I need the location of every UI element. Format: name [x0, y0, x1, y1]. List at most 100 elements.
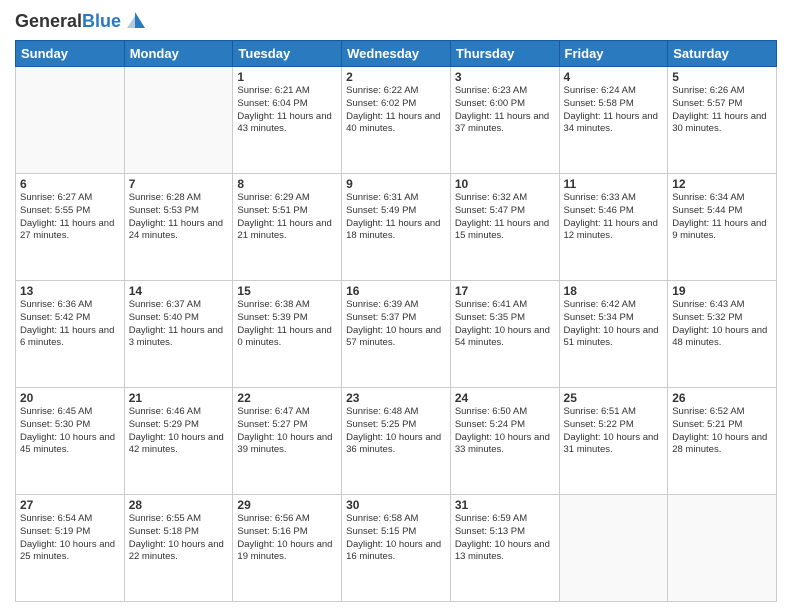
header: GeneralBlue [15, 10, 777, 32]
day-number: 5 [672, 70, 772, 84]
calendar-cell: 11Sunrise: 6:33 AMSunset: 5:46 PMDayligh… [559, 174, 668, 281]
calendar-cell: 2Sunrise: 6:22 AMSunset: 6:02 PMDaylight… [342, 67, 451, 174]
day-info: Sunrise: 6:23 AMSunset: 6:00 PMDaylight:… [455, 85, 555, 136]
weekday-header-saturday: Saturday [668, 41, 777, 67]
day-info: Sunrise: 6:24 AMSunset: 5:58 PMDaylight:… [564, 85, 664, 136]
calendar-cell: 6Sunrise: 6:27 AMSunset: 5:55 PMDaylight… [16, 174, 125, 281]
calendar-cell: 22Sunrise: 6:47 AMSunset: 5:27 PMDayligh… [233, 388, 342, 495]
day-number: 31 [455, 498, 555, 512]
day-info: Sunrise: 6:26 AMSunset: 5:57 PMDaylight:… [672, 85, 772, 136]
calendar-cell: 29Sunrise: 6:56 AMSunset: 5:16 PMDayligh… [233, 495, 342, 602]
day-number: 24 [455, 391, 555, 405]
day-info: Sunrise: 6:45 AMSunset: 5:30 PMDaylight:… [20, 406, 120, 457]
week-row-4: 20Sunrise: 6:45 AMSunset: 5:30 PMDayligh… [16, 388, 777, 495]
day-number: 2 [346, 70, 446, 84]
day-info: Sunrise: 6:39 AMSunset: 5:37 PMDaylight:… [346, 299, 446, 350]
calendar-cell: 21Sunrise: 6:46 AMSunset: 5:29 PMDayligh… [124, 388, 233, 495]
calendar-cell: 30Sunrise: 6:58 AMSunset: 5:15 PMDayligh… [342, 495, 451, 602]
day-number: 7 [129, 177, 229, 191]
calendar-cell: 3Sunrise: 6:23 AMSunset: 6:00 PMDaylight… [450, 67, 559, 174]
calendar-cell: 10Sunrise: 6:32 AMSunset: 5:47 PMDayligh… [450, 174, 559, 281]
day-info: Sunrise: 6:38 AMSunset: 5:39 PMDaylight:… [237, 299, 337, 350]
calendar-cell: 18Sunrise: 6:42 AMSunset: 5:34 PMDayligh… [559, 281, 668, 388]
day-info: Sunrise: 6:42 AMSunset: 5:34 PMDaylight:… [564, 299, 664, 350]
calendar-cell [16, 67, 125, 174]
day-number: 21 [129, 391, 229, 405]
day-number: 27 [20, 498, 120, 512]
day-number: 15 [237, 284, 337, 298]
calendar-cell: 7Sunrise: 6:28 AMSunset: 5:53 PMDaylight… [124, 174, 233, 281]
day-number: 25 [564, 391, 664, 405]
day-info: Sunrise: 6:50 AMSunset: 5:24 PMDaylight:… [455, 406, 555, 457]
day-number: 11 [564, 177, 664, 191]
calendar-cell: 19Sunrise: 6:43 AMSunset: 5:32 PMDayligh… [668, 281, 777, 388]
day-info: Sunrise: 6:56 AMSunset: 5:16 PMDaylight:… [237, 513, 337, 564]
day-number: 28 [129, 498, 229, 512]
day-number: 26 [672, 391, 772, 405]
weekday-header-friday: Friday [559, 41, 668, 67]
logo-area: GeneralBlue [15, 10, 145, 32]
day-number: 20 [20, 391, 120, 405]
day-info: Sunrise: 6:59 AMSunset: 5:13 PMDaylight:… [455, 513, 555, 564]
calendar-cell: 4Sunrise: 6:24 AMSunset: 5:58 PMDaylight… [559, 67, 668, 174]
calendar-cell: 13Sunrise: 6:36 AMSunset: 5:42 PMDayligh… [16, 281, 125, 388]
logo-sail-icon [123, 10, 145, 32]
calendar-cell: 26Sunrise: 6:52 AMSunset: 5:21 PMDayligh… [668, 388, 777, 495]
day-number: 6 [20, 177, 120, 191]
day-info: Sunrise: 6:43 AMSunset: 5:32 PMDaylight:… [672, 299, 772, 350]
day-number: 22 [237, 391, 337, 405]
calendar-cell [559, 495, 668, 602]
calendar-cell [668, 495, 777, 602]
calendar-cell: 15Sunrise: 6:38 AMSunset: 5:39 PMDayligh… [233, 281, 342, 388]
calendar-cell: 23Sunrise: 6:48 AMSunset: 5:25 PMDayligh… [342, 388, 451, 495]
day-number: 14 [129, 284, 229, 298]
day-info: Sunrise: 6:54 AMSunset: 5:19 PMDaylight:… [20, 513, 120, 564]
logo-text: GeneralBlue [15, 12, 121, 30]
day-info: Sunrise: 6:29 AMSunset: 5:51 PMDaylight:… [237, 192, 337, 243]
day-number: 4 [564, 70, 664, 84]
week-row-5: 27Sunrise: 6:54 AMSunset: 5:19 PMDayligh… [16, 495, 777, 602]
day-info: Sunrise: 6:28 AMSunset: 5:53 PMDaylight:… [129, 192, 229, 243]
calendar-cell [124, 67, 233, 174]
calendar-cell: 28Sunrise: 6:55 AMSunset: 5:18 PMDayligh… [124, 495, 233, 602]
week-row-3: 13Sunrise: 6:36 AMSunset: 5:42 PMDayligh… [16, 281, 777, 388]
day-number: 3 [455, 70, 555, 84]
calendar-cell: 31Sunrise: 6:59 AMSunset: 5:13 PMDayligh… [450, 495, 559, 602]
day-info: Sunrise: 6:33 AMSunset: 5:46 PMDaylight:… [564, 192, 664, 243]
day-info: Sunrise: 6:48 AMSunset: 5:25 PMDaylight:… [346, 406, 446, 457]
day-info: Sunrise: 6:51 AMSunset: 5:22 PMDaylight:… [564, 406, 664, 457]
week-row-2: 6Sunrise: 6:27 AMSunset: 5:55 PMDaylight… [16, 174, 777, 281]
day-info: Sunrise: 6:34 AMSunset: 5:44 PMDaylight:… [672, 192, 772, 243]
day-info: Sunrise: 6:46 AMSunset: 5:29 PMDaylight:… [129, 406, 229, 457]
day-number: 30 [346, 498, 446, 512]
day-info: Sunrise: 6:37 AMSunset: 5:40 PMDaylight:… [129, 299, 229, 350]
day-number: 29 [237, 498, 337, 512]
day-info: Sunrise: 6:21 AMSunset: 6:04 PMDaylight:… [237, 85, 337, 136]
calendar-cell: 5Sunrise: 6:26 AMSunset: 5:57 PMDaylight… [668, 67, 777, 174]
calendar-cell: 20Sunrise: 6:45 AMSunset: 5:30 PMDayligh… [16, 388, 125, 495]
day-info: Sunrise: 6:41 AMSunset: 5:35 PMDaylight:… [455, 299, 555, 350]
day-number: 13 [20, 284, 120, 298]
day-info: Sunrise: 6:27 AMSunset: 5:55 PMDaylight:… [20, 192, 120, 243]
calendar-cell: 16Sunrise: 6:39 AMSunset: 5:37 PMDayligh… [342, 281, 451, 388]
weekday-header-row: SundayMondayTuesdayWednesdayThursdayFrid… [16, 41, 777, 67]
calendar-cell: 25Sunrise: 6:51 AMSunset: 5:22 PMDayligh… [559, 388, 668, 495]
day-number: 23 [346, 391, 446, 405]
day-info: Sunrise: 6:52 AMSunset: 5:21 PMDaylight:… [672, 406, 772, 457]
day-number: 12 [672, 177, 772, 191]
week-row-1: 1Sunrise: 6:21 AMSunset: 6:04 PMDaylight… [16, 67, 777, 174]
weekday-header-sunday: Sunday [16, 41, 125, 67]
calendar-cell: 12Sunrise: 6:34 AMSunset: 5:44 PMDayligh… [668, 174, 777, 281]
calendar-cell: 9Sunrise: 6:31 AMSunset: 5:49 PMDaylight… [342, 174, 451, 281]
day-number: 9 [346, 177, 446, 191]
day-number: 19 [672, 284, 772, 298]
day-info: Sunrise: 6:22 AMSunset: 6:02 PMDaylight:… [346, 85, 446, 136]
calendar-cell: 27Sunrise: 6:54 AMSunset: 5:19 PMDayligh… [16, 495, 125, 602]
day-number: 17 [455, 284, 555, 298]
calendar-cell: 17Sunrise: 6:41 AMSunset: 5:35 PMDayligh… [450, 281, 559, 388]
day-number: 16 [346, 284, 446, 298]
weekday-header-thursday: Thursday [450, 41, 559, 67]
day-info: Sunrise: 6:31 AMSunset: 5:49 PMDaylight:… [346, 192, 446, 243]
day-number: 1 [237, 70, 337, 84]
weekday-header-wednesday: Wednesday [342, 41, 451, 67]
